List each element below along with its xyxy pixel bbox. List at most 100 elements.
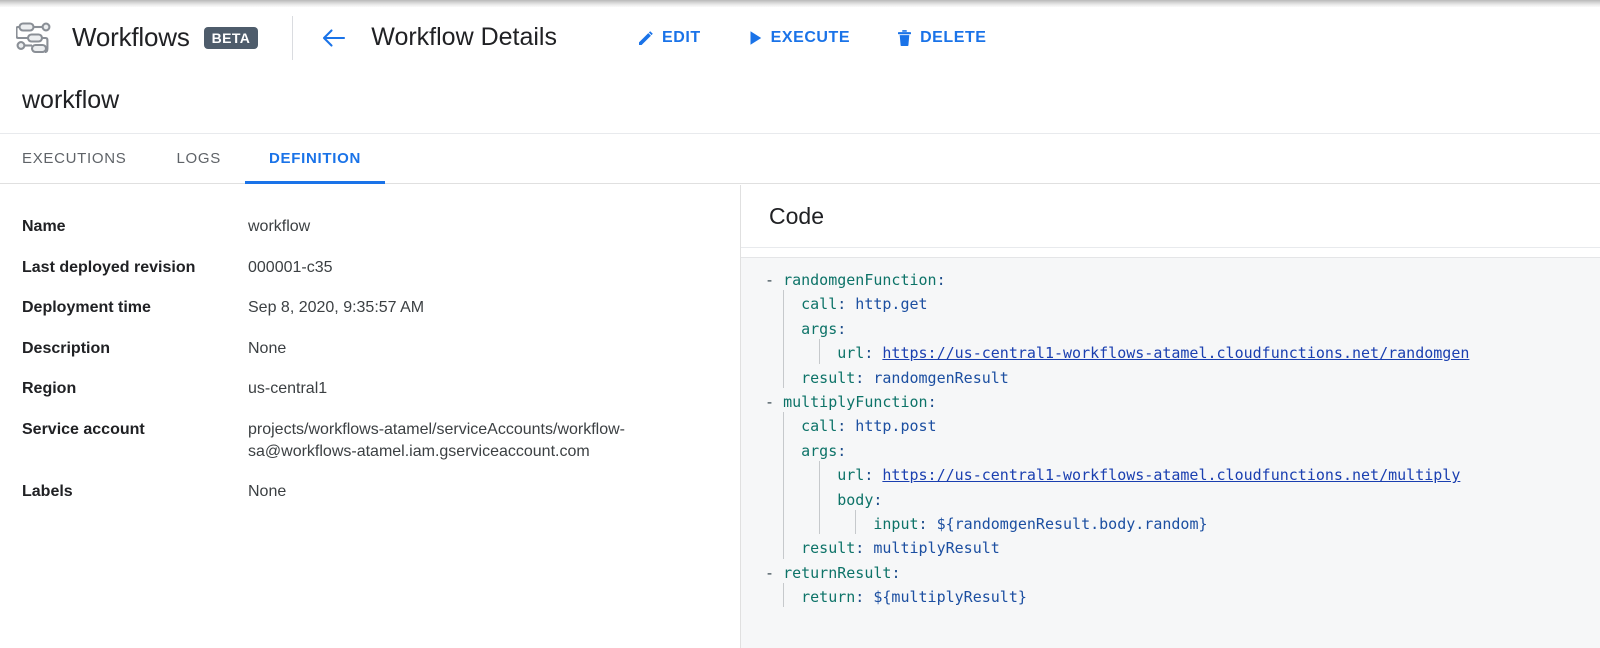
indent-guide — [819, 461, 820, 485]
delete-button-label: DELETE — [920, 29, 986, 47]
detail-key: Service account — [22, 419, 248, 481]
indent-guide — [819, 510, 820, 534]
yaml-colon: : — [928, 393, 937, 411]
workflow-name: workflow — [22, 86, 119, 115]
detail-value: None — [248, 481, 708, 522]
code-line: - randomgenFunction: — [765, 268, 1600, 292]
app-bar: Workflows BETA Workflow Details EDIT — [0, 7, 1600, 68]
yaml-key: args — [801, 320, 837, 338]
yaml-value: http.get — [855, 295, 927, 313]
detail-key: Labels — [22, 481, 248, 522]
indent-guide — [783, 339, 784, 363]
yaml-key: multiplyFunction — [783, 393, 928, 411]
tab-logs[interactable]: LOGS — [153, 134, 245, 183]
arrow-left-icon — [321, 27, 347, 49]
tab-executions[interactable]: EXECUTIONS — [0, 134, 153, 183]
tab-definition[interactable]: DEFINITION — [245, 134, 385, 183]
app-title: Workflows — [72, 22, 190, 53]
indent-guide — [819, 339, 820, 363]
yaml-url-link[interactable]: https://us-central1-workflows-atamel.clo… — [882, 466, 1460, 484]
yaml-expression: ${randomgenResult.body.random} — [937, 515, 1208, 533]
yaml-key: result — [801, 369, 855, 387]
yaml-key: result — [801, 539, 855, 557]
yaml-colon: : — [919, 515, 928, 533]
indent-guide — [783, 437, 784, 461]
yaml-url-link[interactable]: https://us-central1-workflows-atamel.clo… — [882, 344, 1469, 362]
yaml-dash: - — [765, 564, 783, 582]
page-title: Workflow Details — [371, 23, 557, 52]
yaml-key: returnResult — [783, 564, 891, 582]
yaml-value: multiplyResult — [873, 539, 999, 557]
detail-key: Deployment time — [22, 297, 248, 338]
indent-guide — [783, 583, 784, 607]
code-line: result: multiplyResult — [765, 536, 1600, 560]
indent-guide — [783, 510, 784, 534]
yaml-key: call — [801, 417, 837, 435]
yaml-expression: ${multiplyResult} — [873, 588, 1027, 606]
yaml-colon: : — [873, 491, 882, 509]
yaml-key: call — [801, 295, 837, 313]
edit-button-label: EDIT — [662, 29, 701, 47]
detail-key: Name — [22, 216, 248, 257]
indent-guide — [783, 412, 784, 436]
yaml-colon: : — [837, 442, 846, 460]
yaml-colon: : — [855, 588, 864, 606]
detail-key: Description — [22, 338, 248, 379]
execute-button[interactable]: EXECUTE — [745, 25, 852, 51]
yaml-value: randomgenResult — [873, 369, 1008, 387]
code-pane: Code - randomgenFunction: call: http.get a… — [740, 185, 1600, 648]
yaml-colon: : — [855, 369, 864, 387]
code-line: result: randomgenResult — [765, 366, 1600, 390]
yaml-colon: : — [837, 417, 846, 435]
yaml-colon: : — [837, 295, 846, 313]
detail-key: Region — [22, 378, 248, 419]
indent-guide — [783, 534, 784, 558]
workflow-details-page: Workflows BETA Workflow Details EDIT — [0, 0, 1600, 648]
execute-button-label: EXECUTE — [771, 29, 850, 47]
code-line: call: http.post — [765, 414, 1600, 438]
yaml-colon: : — [937, 271, 946, 289]
indent-guide — [783, 461, 784, 485]
table-row: Region us-central1 — [22, 378, 708, 419]
edit-button[interactable]: EDIT — [635, 25, 703, 51]
code-panel-title: Code — [769, 203, 824, 230]
table-row: Description None — [22, 338, 708, 379]
detail-value: Sep 8, 2020, 9:35:57 AM — [248, 297, 708, 338]
code-content: - randomgenFunction:call: http.getargs:u… — [741, 268, 1600, 609]
yaml-colon: : — [864, 344, 873, 362]
indent-guide — [783, 290, 784, 314]
table-row: Labels None — [22, 481, 708, 522]
code-viewer[interactable]: - randomgenFunction:call: http.getargs:u… — [741, 257, 1600, 648]
yaml-value: http.post — [855, 417, 936, 435]
indent-guide — [783, 364, 784, 388]
detail-value: us-central1 — [248, 378, 708, 419]
play-triangle-icon — [747, 29, 764, 47]
workflows-pipeline-icon — [14, 18, 58, 58]
indent-guide — [783, 486, 784, 510]
code-line: url: https://us-central1-workflows-atame… — [765, 341, 1600, 365]
detail-value: projects/workflows-atamel/serviceAccount… — [248, 419, 708, 481]
code-line: - returnResult: — [765, 561, 1600, 585]
yaml-key: return — [801, 588, 855, 606]
workflow-details-table: Name workflow Last deployed revision 000… — [22, 216, 708, 522]
yaml-colon: : — [864, 466, 873, 484]
yaml-dash: - — [765, 393, 783, 411]
yaml-key: url — [837, 466, 864, 484]
delete-button[interactable]: DELETE — [894, 25, 988, 51]
detail-value: workflow — [248, 216, 708, 257]
back-button[interactable] — [319, 23, 349, 53]
indent-guide — [819, 486, 820, 510]
tab-bar: EXECUTIONS LOGS DEFINITION — [0, 134, 1600, 184]
header-divider — [292, 16, 293, 60]
yaml-key: input — [873, 515, 918, 533]
code-panel-header: Code — [741, 185, 1600, 248]
window-top-strip — [0, 0, 1600, 7]
table-row: Service account projects/workflows-atame… — [22, 419, 708, 481]
beta-badge: BETA — [204, 27, 259, 49]
yaml-dash: - — [765, 271, 783, 289]
code-line: url: https://us-central1-workflows-atame… — [765, 463, 1600, 487]
code-line: return: ${multiplyResult} — [765, 585, 1600, 609]
code-line: input: ${randomgenResult.body.random} — [765, 512, 1600, 536]
detail-value: 000001-c35 — [248, 257, 708, 298]
code-line: - multiplyFunction: — [765, 390, 1600, 414]
